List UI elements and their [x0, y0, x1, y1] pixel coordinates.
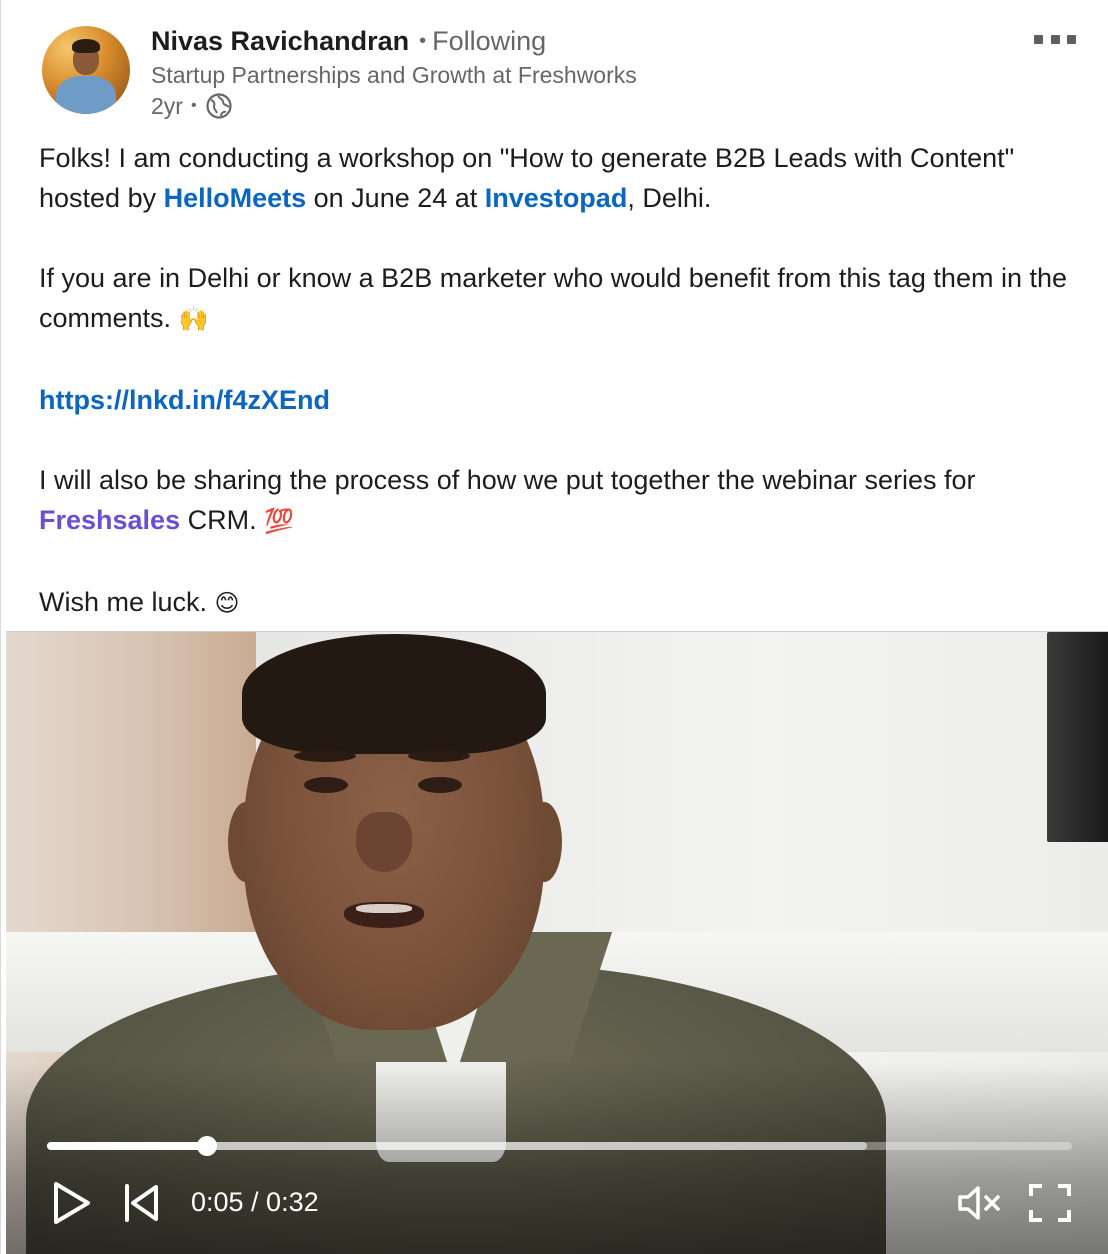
- feed-post-card: Nivas Ravichandran • Following Startup Par…: [0, 0, 1108, 1254]
- video-progress-bar[interactable]: [47, 1136, 1072, 1156]
- post-text-span: , Delhi.: [627, 183, 712, 213]
- video-frame-eye: [304, 777, 348, 793]
- video-time-display: 0:05 / 0:32: [191, 1187, 319, 1217]
- post-link[interactable]: https://lnkd.in/f4zXEnd: [39, 385, 330, 415]
- post-paragraph-4: I will also be sharing the process of ho…: [39, 460, 1089, 542]
- avatar-shirt: [56, 76, 116, 114]
- more-horizontal-icon-dot: [1067, 34, 1076, 44]
- video-frame-nose: [356, 812, 412, 872]
- play-icon[interactable]: [50, 1180, 94, 1226]
- raising-hands-emoji: 🙌: [178, 306, 209, 333]
- name-separator: •: [419, 30, 427, 52]
- skip-back-icon[interactable]: [122, 1182, 160, 1224]
- post-time: 2yr: [151, 93, 183, 119]
- post-text-span: CRM.: [180, 505, 265, 535]
- more-options-button[interactable]: [1034, 30, 1076, 48]
- post-text: Folks! I am conducting a workshop on "Ho…: [39, 138, 1089, 624]
- video-frame-tv: [1047, 632, 1108, 842]
- post-meta: 2yr •: [151, 91, 233, 121]
- mention-hellomeets[interactable]: HelloMeets: [164, 183, 307, 213]
- video-played-bar: [47, 1142, 207, 1150]
- mention-investopad[interactable]: Investopad: [485, 183, 628, 213]
- author-name-line: Nivas Ravichandran • Following: [151, 24, 546, 58]
- post-paragraph-1: Folks! I am conducting a workshop on "Ho…: [39, 138, 1089, 218]
- video-frame-hair: [242, 634, 546, 754]
- video-player[interactable]: 0:05 / 0:32: [6, 631, 1108, 1254]
- post-text-span: I will also be sharing the process of ho…: [39, 465, 976, 495]
- hashtag-freshsales[interactable]: Freshsales: [39, 505, 180, 535]
- video-frame-eye: [418, 777, 462, 793]
- post-text-span: Wish me luck.: [39, 587, 215, 617]
- hundred-points-emoji: 💯: [264, 508, 294, 535]
- post-text-span: on June 24 at: [306, 183, 485, 213]
- video-frame-teeth: [356, 904, 412, 913]
- video-scrubber-handle[interactable]: [196, 1136, 217, 1156]
- fullscreen-icon[interactable]: [1028, 1183, 1072, 1223]
- author-headline: Startup Partnerships and Growth at Fresh…: [151, 62, 637, 88]
- post-paragraph-3: https://lnkd.in/f4zXEnd: [39, 380, 1089, 420]
- video-frame-brow: [294, 750, 356, 762]
- meta-separator: •: [190, 97, 197, 114]
- volume-muted-icon[interactable]: [956, 1183, 1004, 1223]
- more-horizontal-icon-dot: [1050, 34, 1060, 44]
- post-paragraph-2: If you are in Delhi or know a B2B market…: [39, 258, 1089, 340]
- post-paragraph-5: Wish me luck. 😊: [39, 582, 1089, 624]
- video-frame-brow: [408, 750, 470, 762]
- avatar-hair: [72, 39, 100, 53]
- more-horizontal-icon: [1034, 34, 1043, 44]
- video-controls-gradient: [6, 1062, 1108, 1254]
- follow-status[interactable]: Following: [432, 26, 546, 56]
- author-avatar[interactable]: [42, 26, 130, 114]
- author-name[interactable]: Nivas Ravichandran: [151, 26, 409, 56]
- globe-icon: [205, 93, 232, 119]
- smiling-face-emoji: 😊: [214, 590, 240, 617]
